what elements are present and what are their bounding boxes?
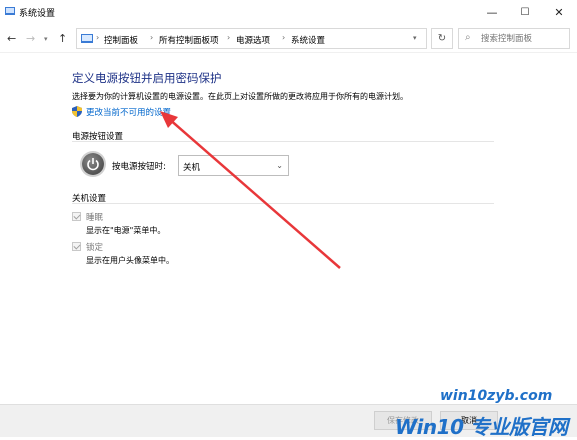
annotation-arrow-icon (160, 111, 341, 269)
watermark-url: win10zyb.com (440, 388, 553, 404)
